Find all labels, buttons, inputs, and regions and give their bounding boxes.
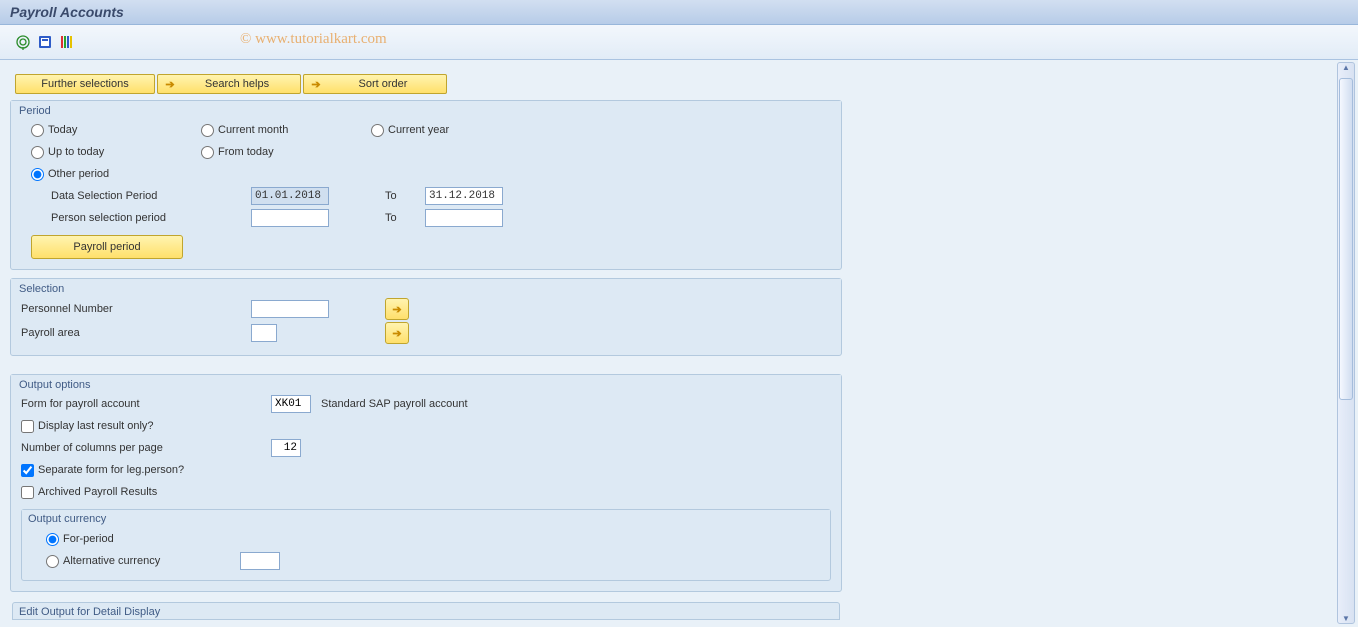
title-bar: Payroll Accounts — [0, 0, 1358, 25]
radio-other-period-input[interactable] — [31, 168, 44, 181]
selection-legend: Selection — [11, 279, 841, 297]
payroll-period-label: Payroll period — [73, 241, 140, 253]
scroll-up-icon[interactable]: ▲ — [1342, 63, 1350, 72]
application-toolbar: © www.tutorialkart.com — [0, 25, 1358, 60]
edit-output-legend: Edit Output for Detail Display — [12, 602, 840, 620]
num-cols-label: Number of columns per page — [21, 442, 271, 454]
to-label-1: To — [329, 190, 425, 202]
radio-from-today[interactable]: From today — [201, 146, 371, 159]
radio-other-period[interactable]: Other period — [31, 168, 109, 181]
radio-from-today-input[interactable] — [201, 146, 214, 159]
radio-up-to-today-input[interactable] — [31, 146, 44, 159]
scrollbar-thumb[interactable] — [1339, 78, 1353, 400]
data-selection-to-input[interactable] — [425, 187, 503, 205]
person-selection-label: Person selection period — [31, 212, 251, 224]
radio-current-year-label: Current year — [388, 124, 449, 136]
selection-fieldset: Selection Personnel Number ➔ Payroll are… — [10, 278, 842, 356]
personnel-number-label: Personnel Number — [21, 303, 251, 315]
scroll-down-icon[interactable]: ▼ — [1342, 614, 1350, 623]
vertical-scrollbar[interactable]: ▲ ▼ — [1337, 62, 1355, 624]
period-fieldset: Period Today Current month — [10, 100, 842, 270]
app-window: Payroll Accounts © www.t — [0, 0, 1358, 627]
radio-from-today-label: From today — [218, 146, 274, 158]
radio-today[interactable]: Today — [31, 124, 201, 137]
data-selection-label: Data Selection Period — [31, 190, 251, 202]
params-icon[interactable] — [59, 34, 75, 50]
selection-buttons-row: Further selections ➔ Search helps ➔ Sort… — [0, 74, 847, 94]
personnel-multi-button[interactable]: ➔ — [385, 298, 409, 320]
currency-legend: Output currency — [22, 510, 830, 528]
archived-checkbox[interactable] — [21, 486, 34, 499]
radio-up-to-today-label: Up to today — [48, 146, 104, 158]
radio-up-to-today[interactable]: Up to today — [31, 146, 201, 159]
data-selection-from-input[interactable] — [251, 187, 329, 205]
search-helps-button[interactable]: ➔ Search helps — [157, 74, 301, 94]
archived-label: Archived Payroll Results — [38, 486, 157, 498]
form-label: Form for payroll account — [21, 398, 271, 410]
display-last-checkbox[interactable] — [21, 420, 34, 433]
alt-currency-input[interactable] — [240, 552, 280, 570]
sort-order-label: Sort order — [324, 78, 442, 90]
payroll-period-button[interactable]: Payroll period — [31, 235, 183, 259]
radio-for-period[interactable]: For-period — [46, 533, 114, 546]
radio-current-month-input[interactable] — [201, 124, 214, 137]
radio-other-period-label: Other period — [48, 168, 109, 180]
sort-order-button[interactable]: ➔ Sort order — [303, 74, 447, 94]
radio-for-period-input[interactable] — [46, 533, 59, 546]
person-selection-from-input[interactable] — [251, 209, 329, 227]
form-desc: Standard SAP payroll account — [321, 398, 468, 410]
radio-current-year[interactable]: Current year — [371, 124, 449, 137]
page-title: Payroll Accounts — [10, 4, 124, 20]
radio-today-label: Today — [48, 124, 77, 136]
radio-for-period-label: For-period — [63, 533, 114, 545]
person-selection-to-input[interactable] — [425, 209, 503, 227]
sep-form-label: Separate form for leg.person? — [38, 464, 184, 476]
to-label-2: To — [329, 212, 425, 224]
watermark: © www.tutorialkart.com — [240, 31, 387, 48]
radio-alt-currency-input[interactable] — [46, 555, 59, 568]
output-legend: Output options — [11, 375, 841, 393]
display-last-label: Display last result only? — [38, 420, 154, 432]
search-helps-label: Search helps — [178, 78, 296, 90]
payroll-area-input[interactable] — [251, 324, 277, 342]
form-code-input[interactable] — [271, 395, 311, 413]
arrow-right-icon: ➔ — [162, 78, 178, 91]
num-cols-input[interactable] — [271, 439, 301, 457]
arrow-right-icon: ➔ — [392, 327, 401, 340]
variant-icon[interactable] — [37, 34, 53, 50]
output-options-fieldset: Output options Form for payroll account … — [10, 374, 842, 592]
personnel-number-input[interactable] — [251, 300, 329, 318]
radio-alt-currency[interactable]: Alternative currency — [46, 555, 236, 568]
radio-alt-currency-label: Alternative currency — [63, 555, 160, 567]
payroll-area-label: Payroll area — [21, 327, 251, 339]
payroll-area-multi-button[interactable]: ➔ — [385, 322, 409, 344]
further-selections-label: Further selections — [41, 78, 128, 90]
period-legend: Period — [11, 101, 841, 119]
content-area: Further selections ➔ Search helps ➔ Sort… — [0, 60, 847, 620]
radio-current-month[interactable]: Current month — [201, 124, 371, 137]
output-currency-fieldset: Output currency For-period Alternative c… — [21, 509, 831, 581]
sep-form-checkbox[interactable] — [21, 464, 34, 477]
further-selections-button[interactable]: Further selections — [15, 74, 155, 94]
execute-icon[interactable] — [15, 34, 31, 50]
arrow-right-icon: ➔ — [392, 303, 401, 316]
radio-current-month-label: Current month — [218, 124, 288, 136]
radio-today-input[interactable] — [31, 124, 44, 137]
arrow-right-icon: ➔ — [308, 78, 324, 91]
radio-current-year-input[interactable] — [371, 124, 384, 137]
